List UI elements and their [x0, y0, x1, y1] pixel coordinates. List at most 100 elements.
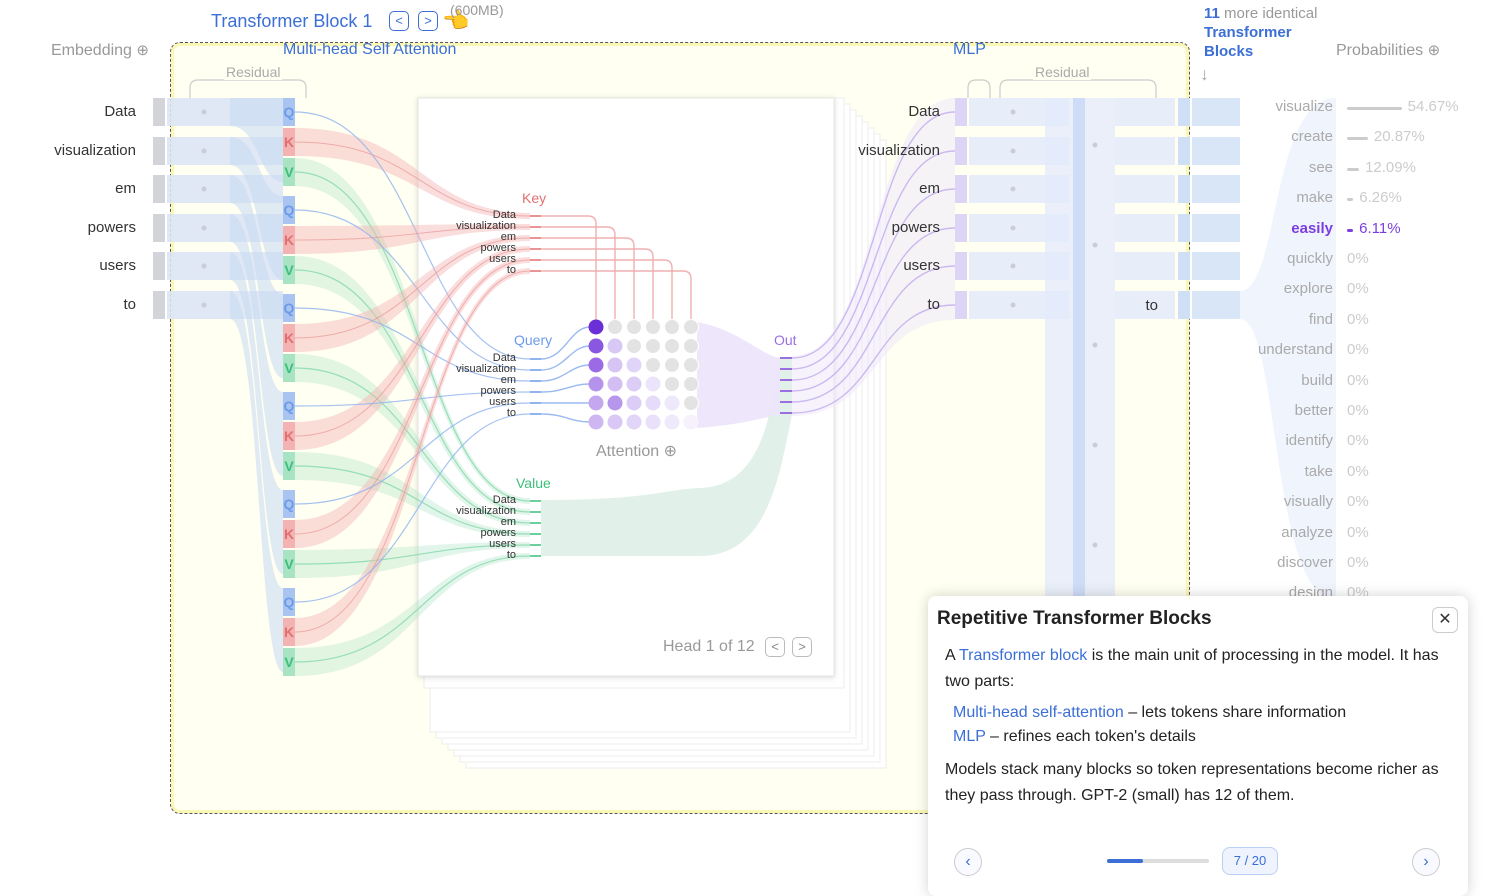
- attention-cell[interactable]: [683, 376, 699, 392]
- probability-row[interactable]: visually 0%: [1200, 493, 1500, 515]
- mlp-dot: [1092, 542, 1098, 548]
- probability-word: take: [1304, 462, 1333, 480]
- attention-cell[interactable]: [626, 414, 642, 430]
- embedding-cell: [153, 137, 165, 165]
- mlp-dot: [1092, 342, 1098, 348]
- mlp-out-band: [1115, 98, 1175, 126]
- attention-cell[interactable]: [626, 319, 642, 335]
- block-output-cell: [1178, 252, 1190, 280]
- prev-head-button[interactable]: <: [765, 637, 785, 657]
- mhsa-link[interactable]: Multi-head self-attention: [953, 704, 1124, 721]
- attention-cell[interactable]: [588, 357, 604, 373]
- probability-value: 0%: [1347, 402, 1369, 419]
- probability-row[interactable]: better 0%: [1200, 402, 1500, 424]
- key-label: Key: [522, 190, 547, 206]
- attention-cell[interactable]: [683, 319, 699, 335]
- attention-cell[interactable]: [683, 338, 699, 354]
- probability-row[interactable]: visualize 54.67%: [1200, 98, 1500, 120]
- probability-word: visualize: [1275, 98, 1333, 115]
- value-token-label: to: [506, 549, 516, 561]
- head-indicator: Head 1 of 12: [663, 638, 755, 655]
- token-label: visualization: [54, 142, 136, 159]
- attention-cell[interactable]: [664, 395, 680, 411]
- mlp-dot: [1092, 142, 1098, 148]
- attention-label[interactable]: Attention ⊕: [596, 441, 677, 461]
- attention-cell[interactable]: [645, 319, 661, 335]
- attention-cell[interactable]: [607, 395, 623, 411]
- attention-cell[interactable]: [645, 357, 661, 373]
- probability-bar: [1347, 137, 1368, 141]
- query-token-label: users: [489, 396, 516, 408]
- attention-cell[interactable]: [626, 376, 642, 392]
- attention-cell[interactable]: [683, 395, 699, 411]
- mlp-input-cell: [955, 175, 967, 203]
- next-step-button[interactable]: ›: [1412, 848, 1440, 876]
- attention-cell[interactable]: [664, 319, 680, 335]
- attention-cell[interactable]: [626, 395, 642, 411]
- residual-dot: [201, 302, 207, 308]
- prev-step-button[interactable]: ‹: [954, 848, 982, 876]
- transformer-block-link[interactable]: Transformer block: [959, 647, 1087, 664]
- qkv-label: Q: [283, 496, 295, 512]
- attention-cell[interactable]: [626, 338, 642, 354]
- close-icon: ✕: [1438, 611, 1452, 628]
- probability-row[interactable]: quickly 0%: [1200, 250, 1500, 272]
- probability-row[interactable]: identify 0%: [1200, 432, 1500, 454]
- attention-cell[interactable]: [664, 376, 680, 392]
- close-button[interactable]: ✕: [1432, 607, 1458, 633]
- probability-row[interactable]: analyze 0%: [1200, 524, 1500, 546]
- attention-cell[interactable]: [588, 376, 604, 392]
- mlp-token-label: em: [919, 180, 940, 197]
- qkv-label: K: [283, 232, 295, 248]
- probability-value: 6.26%: [1359, 189, 1402, 207]
- probability-row[interactable]: explore 0%: [1200, 280, 1500, 302]
- attention-cell[interactable]: [664, 338, 680, 354]
- attention-cell[interactable]: [607, 414, 623, 430]
- attention-cell[interactable]: [588, 395, 604, 411]
- mlp-token-label: Data: [908, 103, 940, 120]
- probability-word: create: [1291, 128, 1333, 146]
- qkv-label: K: [283, 624, 295, 640]
- attention-cell[interactable]: [664, 414, 680, 430]
- attention-cell[interactable]: [626, 357, 642, 373]
- attention-cell[interactable]: [645, 376, 661, 392]
- qkv-label: Q: [283, 594, 295, 610]
- probability-row[interactable]: create 20.87%: [1200, 128, 1500, 150]
- attention-cell[interactable]: [588, 338, 604, 354]
- probability-row[interactable]: understand 0%: [1200, 341, 1500, 363]
- attention-cell[interactable]: [645, 395, 661, 411]
- token-label: powers: [87, 219, 136, 236]
- probability-row[interactable]: discover 0%: [1200, 554, 1500, 576]
- next-head-button[interactable]: >: [792, 637, 812, 657]
- attention-cell[interactable]: [588, 319, 604, 335]
- probability-value: 0%: [1347, 280, 1369, 298]
- attention-cell[interactable]: [683, 414, 699, 430]
- attention-cell[interactable]: [645, 414, 661, 430]
- block-output-cell: [1178, 214, 1190, 242]
- probability-value: 0%: [1347, 371, 1369, 389]
- probability-row[interactable]: take 0%: [1200, 463, 1500, 485]
- attention-cell[interactable]: [664, 357, 680, 373]
- attention-cell[interactable]: [607, 376, 623, 392]
- qkv-label: K: [283, 526, 295, 542]
- attention-cell[interactable]: [607, 338, 623, 354]
- attention-cell[interactable]: [607, 357, 623, 373]
- attention-cell[interactable]: [607, 319, 623, 335]
- mlp-link[interactable]: MLP: [953, 728, 986, 745]
- probability-bar: [1347, 198, 1354, 202]
- attention-cell[interactable]: [683, 357, 699, 373]
- probability-row[interactable]: see 12.09%: [1200, 159, 1500, 181]
- probability-word: quickly: [1287, 250, 1333, 267]
- probability-word: discover: [1277, 554, 1333, 571]
- mlp-token-label: to: [927, 296, 940, 313]
- probability-row[interactable]: make 6.26%: [1200, 189, 1500, 211]
- attention-cell[interactable]: [588, 414, 604, 430]
- mlp-token-label: visualization: [858, 142, 940, 159]
- zoom-in-icon[interactable]: ⊕: [664, 443, 677, 460]
- embedding-cell: [153, 214, 165, 242]
- probability-row[interactable]: build 0%: [1200, 372, 1500, 394]
- probability-row[interactable]: easily 6.11%: [1200, 220, 1500, 242]
- attention-cell[interactable]: [645, 338, 661, 354]
- residual-dot: [1010, 225, 1016, 231]
- probability-row[interactable]: find 0%: [1200, 311, 1500, 333]
